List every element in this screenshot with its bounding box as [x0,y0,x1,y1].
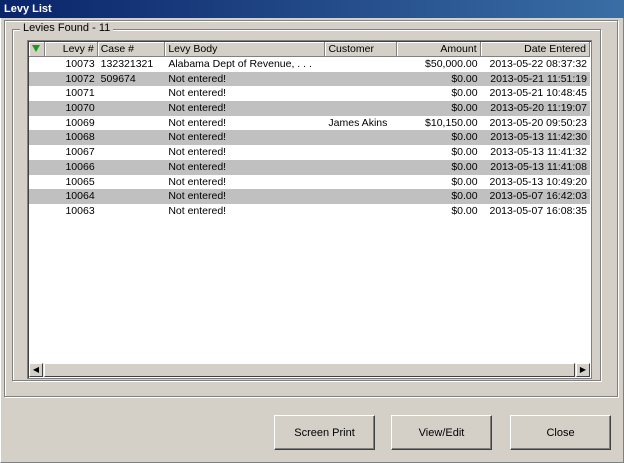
levy-body: Not entered! [168,175,227,188]
levy-body: Not entered! [168,204,227,217]
case-number: 132321321 [100,58,154,70]
customer: James Akins [328,116,388,129]
amount: $0.00 [451,72,478,85]
list-rows: 10073 132321321 Alabama Dept of Revenue,… [29,57,590,219]
table-row[interactable]: 10070 Not entered! $0.00 2013-05-20 11:1… [29,101,590,116]
levy-body: Not entered! [168,72,227,85]
customer [325,145,397,160]
customer [325,189,397,204]
customer [325,101,397,116]
table-row[interactable]: 10065 Not entered! $0.00 2013-05-13 10:4… [29,175,590,190]
scroll-left-icon[interactable]: ◀ [29,363,43,377]
levy-number: 10066 [65,160,95,173]
levy-number: 10073 [65,58,95,70]
customer [325,175,397,190]
screen-print-button[interactable]: Screen Print [274,415,375,450]
levy-number: 10063 [65,204,95,217]
case-number [98,101,166,116]
case-number [98,160,166,175]
date-entered: 2013-05-07 16:08:35 [489,204,588,217]
table-row[interactable]: 10066 Not entered! $0.00 2013-05-13 11:4… [29,159,590,175]
table-row[interactable]: 10068 Not entered! $0.00 2013-05-13 11:4… [29,130,590,146]
amount: $0.00 [451,146,478,159]
levy-body: Not entered! [168,160,227,173]
levy-number: 10065 [65,175,95,188]
amount: $0.00 [451,190,478,203]
levy-body: Not entered! [168,87,227,100]
amount: $0.00 [451,160,478,173]
levy-body: Not entered! [168,116,227,129]
date-entered: 2013-05-22 08:37:32 [489,58,588,70]
customer [325,86,397,101]
list-header: Levy # Case # Levy Body Customer Amount … [29,42,590,57]
customer [325,204,397,219]
date-entered: 2013-05-13 11:41:32 [490,146,587,159]
case-number [98,145,166,160]
close-button[interactable]: Close [510,415,611,450]
levy-number: 10067 [65,146,95,159]
sort-column-header[interactable] [29,42,45,57]
levy-body: Not entered! [168,131,227,144]
levy-number: 10069 [65,116,95,129]
date-entered: 2013-05-21 11:51:19 [490,72,587,85]
levy-body: Not entered! [168,146,227,159]
column-header-levy-body[interactable]: Levy Body [165,42,326,57]
column-header-levy[interactable]: Levy # [44,42,98,57]
case-number [98,204,166,219]
date-entered: 2013-05-20 11:19:07 [490,102,587,115]
case-number [98,130,166,145]
levy-number: 10072 [65,72,95,85]
table-row[interactable]: 10064 Not entered! $0.00 2013-05-07 16:4… [29,189,590,204]
date-entered: 2013-05-07 16:42:03 [489,190,588,203]
customer [325,130,397,145]
case-number [98,116,166,131]
table-row[interactable]: 10063 Not entered! $0.00 2013-05-07 16:0… [29,204,590,219]
amount: $0.00 [451,87,478,100]
table-row[interactable]: 10069 Not entered! James Akins $10,150.0… [29,116,590,131]
date-entered: 2013-05-20 09:50:23 [489,116,588,129]
table-row[interactable]: 10067 Not entered! $0.00 2013-05-13 11:4… [29,145,590,160]
column-header-customer[interactable]: Customer [325,42,398,57]
view-edit-button[interactable]: View/Edit [391,415,492,450]
amount: $0.00 [451,175,478,188]
customer [325,160,397,175]
case-number: 509674 [100,72,136,85]
column-header-amount[interactable]: Amount [397,42,481,57]
amount: $10,150.00 [425,116,478,129]
levy-number: 10064 [65,190,95,203]
table-row[interactable]: 10073 132321321 Alabama Dept of Revenue,… [29,57,590,72]
levy-body: Not entered! [168,190,227,203]
customer [325,72,397,87]
case-number [98,175,166,190]
levy-body: Alabama Dept of Revenue, . . . [168,58,312,70]
table-row[interactable]: 10071 Not entered! $0.00 2013-05-21 10:4… [29,86,590,101]
levy-number: 10071 [65,87,95,100]
levy-number: 10070 [65,102,95,115]
amount: $0.00 [451,102,478,115]
sort-down-arrow-icon [32,44,40,52]
date-entered: 2013-05-13 11:41:08 [490,160,587,173]
levy-list[interactable]: Levy # Case # Levy Body Customer Amount … [27,40,592,379]
amount: $0.00 [451,131,478,144]
horizontal-scrollbar[interactable]: ◀ ▶ [29,363,590,377]
levy-number: 10068 [65,131,95,144]
amount: $50,000.00 [425,58,478,70]
scrollbar-thumb[interactable] [44,363,575,377]
window-title: Levy List [0,0,624,18]
date-entered: 2013-05-13 11:42:30 [490,131,587,144]
customer [325,57,397,72]
column-header-case[interactable]: Case # [97,42,166,57]
amount: $0.00 [451,204,478,217]
date-entered: 2013-05-21 10:48:45 [489,87,588,100]
date-entered: 2013-05-13 10:49:20 [489,175,588,188]
levy-body: Not entered! [168,102,227,115]
case-number [98,189,166,204]
scroll-right-icon[interactable]: ▶ [576,363,590,377]
column-header-date-entered[interactable]: Date Entered [480,42,590,57]
case-number [98,86,166,101]
levies-found-label: Levies Found - 11 [20,22,114,34]
table-row[interactable]: 10072 509674 Not entered! $0.00 2013-05-… [29,71,590,87]
